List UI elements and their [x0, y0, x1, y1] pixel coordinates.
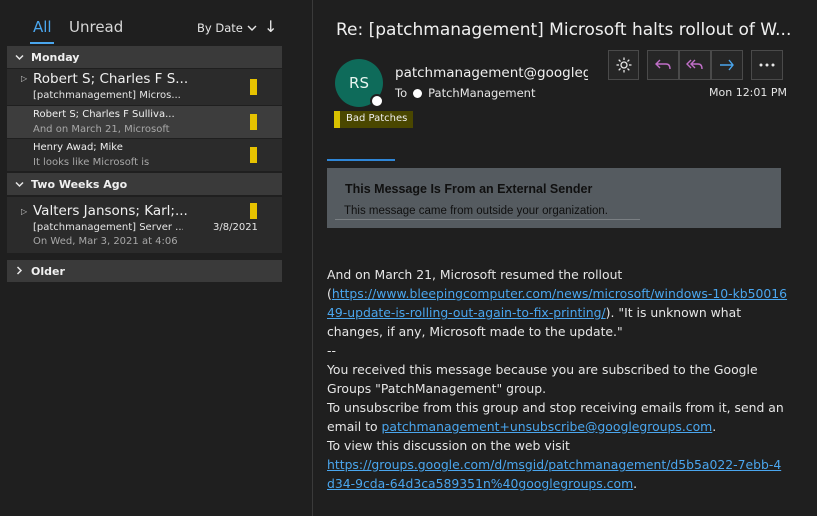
tab-all[interactable]: All	[33, 18, 52, 36]
chevron-down-icon	[247, 25, 257, 31]
sender-address[interactable]: patchmanagement@googleg	[395, 65, 588, 81]
sort-label: By Date	[197, 21, 243, 35]
body-text: .	[633, 476, 638, 491]
recipient-line: To PatchManagement	[395, 86, 535, 100]
group-header-two-weeks-ago[interactable]: Two Weeks Ago	[7, 173, 282, 195]
group-header-monday[interactable]: Monday	[7, 46, 282, 68]
list-item[interactable]: Henry Awad; Mike It looks like Microsoft…	[7, 139, 282, 171]
message-actions	[608, 50, 783, 80]
expand-thread-icon[interactable]: ▷	[21, 207, 27, 216]
body-text: And on March 21, Microsoft resumed the r…	[327, 267, 623, 282]
more-options-icon[interactable]	[751, 50, 783, 80]
message-sender: Robert S; Charles F Sulliva...	[33, 109, 175, 120]
list-item[interactable]: ▷ Robert S; Charles F S... [patchmanagem…	[7, 69, 282, 105]
presence-dot-icon	[413, 88, 423, 98]
reply-icon[interactable]	[647, 50, 679, 80]
list-item[interactable]: ▷ Valters Jansons; Karl;... [patchmanage…	[7, 197, 282, 253]
group-label: Older	[31, 264, 65, 278]
message-date: 3/8/2021	[213, 222, 258, 233]
reading-pane: Re: [patchmanagement] Microsoft halts ro…	[314, 0, 817, 516]
banner-text: This message came from outside your orga…	[344, 205, 608, 217]
body-text: To view this discussion on the web visit	[327, 438, 570, 453]
message-preview: On Wed, Mar 3, 2021 at 4:06	[33, 236, 178, 247]
message-subject: [patchmanagement] Micros...	[33, 90, 181, 101]
external-sender-banner: This Message Is From an External Sender …	[327, 168, 781, 228]
group-label: Monday	[31, 50, 80, 64]
tab-unread[interactable]: Unread	[69, 18, 123, 36]
signature-separator: --	[327, 343, 336, 358]
sort-by-date-button[interactable]: By Date	[197, 21, 257, 35]
group-label: Two Weeks Ago	[31, 177, 128, 191]
message-sender: Robert S; Charles F S...	[33, 71, 189, 87]
list-item[interactable]: Robert S; Charles F Sulliva... And on Ma…	[7, 106, 282, 138]
message-preview: It looks like Microsoft is	[33, 157, 150, 168]
sun-icon[interactable]	[608, 50, 639, 80]
message-subject: [patchmanagement] Server ...	[33, 222, 183, 233]
sort-direction-button[interactable]: ↓	[264, 17, 277, 36]
chevron-right-icon	[7, 265, 31, 278]
unsubscribe-link[interactable]: patchmanagement+unsubscribe@googlegroups…	[382, 419, 713, 434]
message-preview: And on March 21, Microsoft	[33, 124, 170, 135]
presence-status-icon	[370, 94, 384, 108]
flag-icon[interactable]	[250, 79, 257, 95]
discussion-link[interactable]: https://groups.google.com/d/msgid/patchm…	[327, 457, 781, 491]
forward-icon[interactable]	[711, 50, 743, 80]
web-view-notice: To view this discussion on the web visit…	[327, 436, 789, 493]
to-label: To	[395, 86, 408, 100]
body-text: .	[712, 419, 717, 434]
reply-actions-group	[647, 50, 743, 80]
chevron-down-icon	[7, 51, 31, 64]
message-timestamp: Mon 12:01 PM	[709, 86, 788, 99]
recipient-name[interactable]: PatchManagement	[428, 86, 535, 100]
category-tag[interactable]: Bad Patches	[334, 111, 414, 128]
banner-title: This Message Is From an External Sender	[345, 182, 593, 196]
message-body: And on March 21, Microsoft resumed the r…	[327, 265, 789, 493]
group-header-older[interactable]: Older	[7, 260, 282, 282]
reply-all-icon[interactable]	[679, 50, 711, 80]
message-list-pane: All Unread By Date ↓ Monday ▷ Robert S; …	[0, 0, 313, 516]
body-paragraph: And on March 21, Microsoft resumed the r…	[327, 265, 789, 341]
expand-thread-icon[interactable]: ▷	[21, 74, 27, 83]
avatar-initials: RS	[349, 74, 369, 92]
message-sender: Henry Awad; Mike	[33, 142, 123, 153]
group-notice: You received this message because you ar…	[327, 362, 758, 396]
tab-active-indicator	[30, 42, 54, 44]
chevron-down-icon	[7, 178, 31, 191]
message-subject-title: Re: [patchmanagement] Microsoft halts ro…	[336, 20, 792, 40]
unsubscribe-notice: To unsubscribe from this group and stop …	[327, 398, 789, 436]
flag-icon[interactable]	[250, 114, 257, 130]
filter-tabs: All Unread By Date ↓	[0, 0, 313, 44]
quote-divider	[327, 159, 395, 161]
banner-divider	[335, 219, 640, 220]
message-sender: Valters Jansons; Karl;...	[33, 203, 188, 219]
flag-icon[interactable]	[250, 147, 257, 163]
flag-icon[interactable]	[250, 203, 257, 219]
